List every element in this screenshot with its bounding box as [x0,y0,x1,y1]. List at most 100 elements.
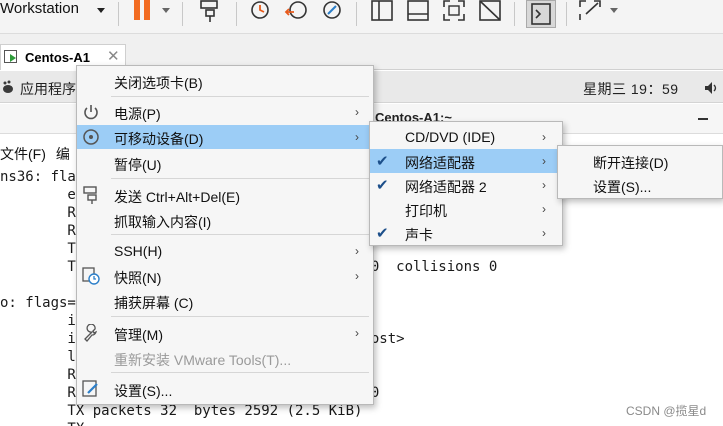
stretch-guest-icon[interactable] [578,0,604,24]
menu-item-label: 网络适配器 2 [405,179,487,195]
vm-running-icon [4,50,20,64]
menu-item-reinstall-tools: 重新安装 VMware Tools(T)... [77,346,373,370]
menu-item-snapshot[interactable]: 快照(N) › [77,264,373,288]
menu-item-label: 声卡 [405,227,433,243]
menu-divider [111,178,369,179]
chevron-down-icon [97,8,105,13]
snapshot-take-icon[interactable] [248,0,274,24]
menu-item-label: 网络适配器 [405,155,475,171]
settings-icon [82,380,100,398]
product-name: Workstation [0,0,79,17]
removable-devices-submenu: CD/DVD (IDE) › ✔ 网络适配器 › ✔ 网络适配器 2 › 打印机… [369,121,563,246]
menu-item-label: 抓取输入内容(I) [114,214,212,230]
menu-item-label: 捕获屏幕 (C) [114,295,194,311]
menu-item-label: SSH(H) [114,243,163,259]
chevron-right-icon: › [542,130,546,144]
chevron-right-icon: › [355,326,359,340]
menu-item-power[interactable]: 电源(P) › [77,100,373,124]
terminal-line: ns36: fla [0,169,76,185]
menu-item-label: 电源(P) [114,106,161,122]
vm-context-menu: 关闭选项卡(B) 电源(P) › 可移动设备(D) › 暂停(U) 发送 Ctr… [76,65,374,405]
product-menu[interactable]: Workstation [0,0,105,18]
terminal-line: RX [0,223,85,239]
menu-item-disconnect[interactable]: 断开连接(D) [558,149,722,173]
menu-item-removable-devices[interactable]: 可移动设备(D) › [77,125,373,149]
menu-item-adapter-settings[interactable]: 设置(S)... [558,173,722,197]
watermark: CSDN @揽星d [626,404,707,418]
chevron-down-icon[interactable] [610,8,618,13]
menu-item-send-ctrl-alt-del[interactable]: 发送 Ctrl+Alt+Del(E) [77,183,373,207]
menu-item-pause[interactable]: 暂停(U) [77,151,373,175]
chevron-down-icon[interactable] [162,8,170,13]
close-icon[interactable]: ✕ [107,47,120,65]
pause-icon[interactable] [130,0,156,24]
toolbar-divider [182,2,183,26]
wrench-icon [82,323,100,342]
menu-item-label: 发送 Ctrl+Alt+Del(E) [114,189,241,205]
thumbnail-view-icon[interactable] [406,0,432,24]
chevron-right-icon: › [542,178,546,192]
menu-item-label: 快照(N) [114,270,162,286]
removable-device-icon [82,128,100,146]
tab-title: Centos-A1 [25,50,91,65]
checkmark-icon: ✔ [376,177,389,194]
menu-item-printer[interactable]: 打印机 › [370,197,562,221]
terminal-line: RX [0,367,85,383]
menu-item-label: 重新安装 VMware Tools(T)... [114,352,292,368]
chevron-right-icon: › [542,202,546,216]
terminal-line: in [0,313,85,329]
terminal-line: TX [0,421,84,426]
menu-item-network-adapter[interactable]: ✔ 网络适配器 › [370,149,562,173]
chevron-right-icon: › [355,244,359,258]
menu-item-manage[interactable]: 管理(M) › [77,321,373,345]
console-view-icon[interactable] [526,0,556,28]
toolbar-divider [356,2,357,26]
menu-divider [111,96,369,97]
terminal-line: et [0,187,85,203]
fullscreen-icon[interactable] [442,0,468,24]
menu-item-close-tab[interactable]: 关闭选项卡(B) [77,69,373,93]
chevron-right-icon: › [542,226,546,240]
menu-item-ssh[interactable]: SSH(H) › [77,239,373,263]
foot-icon [2,80,14,94]
menu-item-capture-screen[interactable]: 捕获屏幕 (C) [77,289,373,313]
power-icon [82,103,100,121]
send-keys-icon [82,186,100,204]
snapshot-icon [82,267,100,285]
terminal-menu-file[interactable]: 文件(F) [0,146,46,162]
snapshot-manager-icon[interactable] [320,0,346,24]
terminal-line: TX packets 32 bytes 2592 (2.5 KiB) [0,403,363,419]
menu-item-label: 暂停(U) [114,157,162,173]
toolbar: Workstation [0,0,723,34]
clock[interactable]: 星期三 19：59 [583,79,679,99]
chevron-right-icon: › [355,130,359,144]
library-view-icon[interactable] [370,0,396,24]
menu-divider [111,372,369,373]
terminal-menu-edit[interactable]: 编 [56,146,70,162]
toolbar-divider [514,2,515,26]
toolbar-divider [566,2,567,26]
unity-icon[interactable] [478,0,504,24]
terminal-menubar: 文件(F) 编 [0,144,80,164]
chevron-right-icon: › [355,105,359,119]
minimize-icon[interactable] [698,118,708,120]
send-keys-icon[interactable] [198,0,224,24]
snapshot-revert-icon[interactable] [284,0,310,24]
volume-icon[interactable] [704,81,720,95]
toolbar-divider [118,2,119,26]
menu-item-settings[interactable]: 设置(S)... [77,377,373,401]
menu-item-network-adapter-2[interactable]: ✔ 网络适配器 2 › [370,173,562,197]
applications-menu[interactable]: 应用程序 [20,79,76,99]
network-adapter-submenu: 断开连接(D) 设置(S)... [557,145,723,199]
menu-divider [111,234,369,235]
menu-item-grab-input[interactable]: 抓取输入内容(I) [77,208,373,232]
menu-item-label: 设置(S)... [593,179,652,195]
menu-item-sound-card[interactable]: ✔ 声卡 › [370,221,562,245]
menu-divider [111,316,369,317]
checkmark-icon: ✔ [376,153,389,170]
menu-item-label: 管理(M) [114,327,163,343]
menu-item-cd-dvd[interactable]: CD/DVD (IDE) › [370,125,562,149]
terminal-line: RX [0,205,85,221]
menu-item-label: 设置(S)... [114,383,173,399]
menu-item-label: 打印机 [405,203,447,219]
